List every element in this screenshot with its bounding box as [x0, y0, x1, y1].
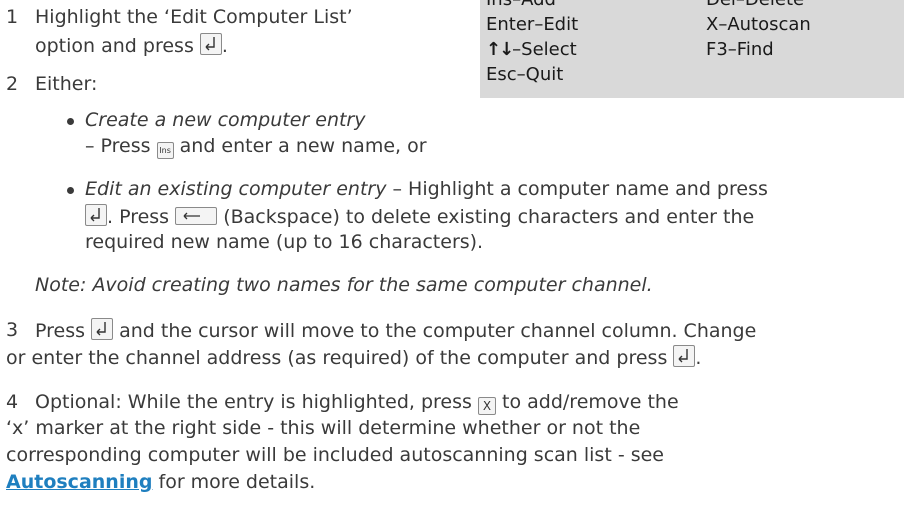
note-label: Note:	[35, 274, 87, 296]
note: Note: Avoid creating two names for the s…	[35, 274, 653, 296]
shortcut-f3-find: F3–Find	[706, 39, 774, 60]
enter-key-icon	[199, 33, 222, 55]
step-2-number: 2	[6, 73, 19, 95]
step-4-line-1: Optional: While the entry is highlighted…	[35, 391, 679, 415]
shortcut-keys-panel: Ins–Add Del–Delete Enter–Edit X–Autoscan…	[480, 0, 904, 98]
enter-key-icon	[91, 318, 114, 340]
shortcut-enter-edit: Enter–Edit	[486, 14, 579, 35]
autoscanning-link[interactable]: Autoscanning	[6, 471, 152, 493]
step-3-line-1: Press and the cursor will move to the co…	[35, 318, 757, 342]
shortcut-esc-quit: Esc–Quit	[486, 64, 564, 85]
shortcut-select: ↑↓–Select	[486, 39, 577, 60]
x-key-icon: X	[477, 397, 496, 415]
shortcut-ins-add: Ins–Add	[486, 0, 556, 12]
enter-key-icon	[673, 345, 696, 367]
step-4-line-2: ‘x’ marker at the right side - this will…	[6, 417, 641, 439]
step-2-text: Either:	[35, 73, 98, 95]
bullet-2-line-2: . Press (Backspace) to delete existing c…	[85, 204, 754, 229]
bullet-dot	[67, 118, 74, 125]
bullet-2-line-1: Edit an existing computer entry – Highli…	[85, 178, 768, 200]
backspace-key-icon	[175, 207, 218, 225]
bullet-2-line-3: required new name (up to 16 characters).	[85, 231, 484, 253]
step-3-number: 3	[6, 319, 19, 341]
note-text: Avoid creating two names for the same co…	[92, 274, 647, 296]
bullet-dot	[67, 187, 74, 194]
shortcut-x-autoscan: X–Autoscan	[706, 14, 811, 35]
bullet-1-line-2: – Press Ins and enter a new name, or	[85, 135, 427, 159]
step-4-line-4: Autoscanning for more details.	[6, 471, 316, 493]
up-down-arrows-icon: ↑↓	[486, 39, 514, 60]
step-4-number: 4	[6, 391, 19, 413]
enter-key-icon	[85, 204, 107, 226]
step-4-line-3: corresponding computer will be included …	[6, 444, 664, 466]
step-3-line-2: or enter the channel address (as require…	[6, 345, 702, 369]
step-1-number: 1	[6, 6, 19, 28]
shortcut-del-delete: Del–Delete	[706, 0, 804, 12]
bullet-1-title: Create a new computer entry	[85, 109, 366, 131]
step-1-line-1: Highlight the ‘Edit Computer List’	[35, 6, 353, 28]
step-1-line-2: option and press .	[35, 33, 228, 57]
ins-key-icon: Ins	[156, 142, 174, 159]
